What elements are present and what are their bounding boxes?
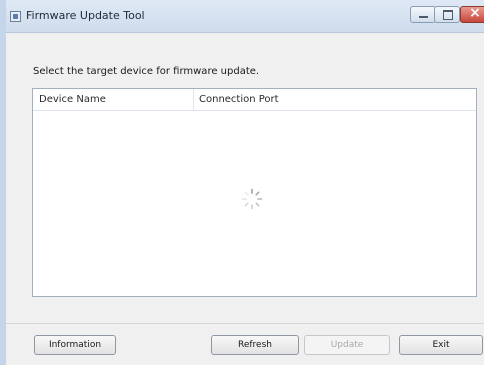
- column-header-device-name[interactable]: Device Name: [39, 94, 106, 105]
- loading-spinner-icon: [241, 188, 263, 210]
- information-button[interactable]: Information: [34, 335, 116, 355]
- minimize-button[interactable]: [410, 6, 436, 23]
- update-button[interactable]: Update: [304, 335, 390, 355]
- close-button[interactable]: [460, 5, 484, 23]
- instruction-text: Select the target device for firmware up…: [33, 66, 260, 77]
- maximize-button[interactable]: [434, 6, 460, 23]
- firmware-update-window: Firmware Update Tool Select the target d…: [0, 0, 484, 365]
- device-list-header: Device Name Connection Port: [33, 89, 476, 111]
- window-title: Firmware Update Tool: [26, 9, 145, 22]
- app-window-icon: [10, 11, 21, 22]
- footer-divider: [6, 323, 484, 324]
- exit-button[interactable]: Exit: [399, 335, 483, 355]
- column-header-connection-port[interactable]: Connection Port: [199, 94, 279, 105]
- refresh-button[interactable]: Refresh: [211, 335, 299, 355]
- title-bar[interactable]: Firmware Update Tool: [6, 0, 484, 33]
- device-list[interactable]: Device Name Connection Port: [32, 88, 477, 297]
- column-divider[interactable]: [193, 89, 194, 110]
